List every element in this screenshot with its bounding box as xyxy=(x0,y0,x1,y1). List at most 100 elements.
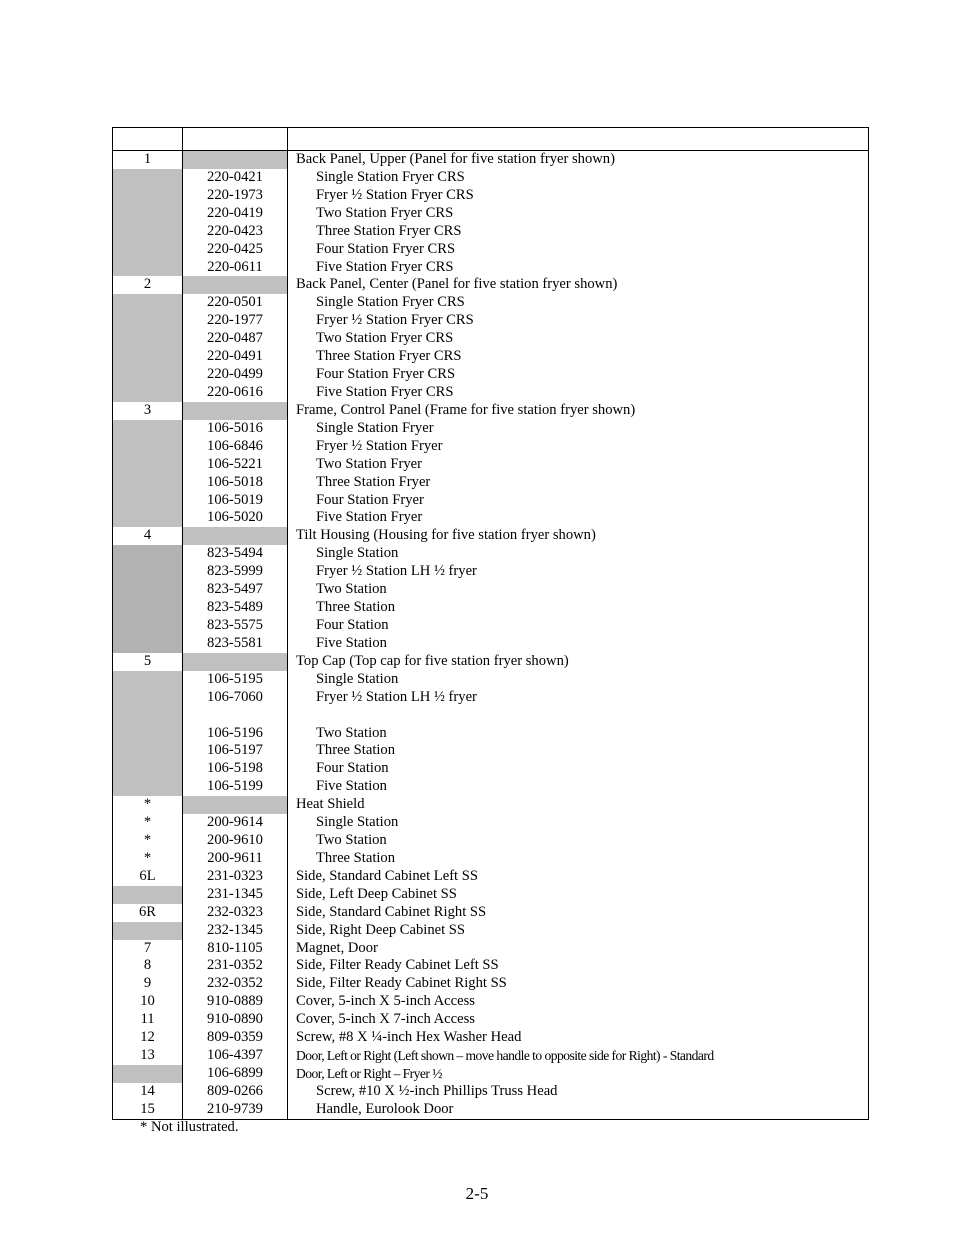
item-number-cell xyxy=(113,563,183,582)
table-row: 106-5198 Four Station xyxy=(113,760,868,779)
header-part-no xyxy=(183,128,288,150)
table-row: 220-0487 Two Station Fryer CRS xyxy=(113,330,868,349)
part-number-cell: 220-0487 xyxy=(183,330,288,349)
description-cell: Magnet, Door xyxy=(296,939,378,956)
part-number-cell: 220-0425 xyxy=(183,240,288,259)
description-cell: Single Station xyxy=(316,814,399,831)
table-row: 106-5018 Three Station Fryer xyxy=(113,473,868,492)
description-cell: Single Station Fryer xyxy=(316,419,434,436)
table-row: 220-0491 Three Station Fryer CRS xyxy=(113,348,868,367)
description-cell: Door, Left or Right – Fryer ½ xyxy=(296,1066,442,1082)
description-cell: Side, Filter Ready Cabinet Left SS xyxy=(296,957,499,974)
table-row: 7 810-1105 Magnet, Door xyxy=(113,939,868,958)
part-number-cell: 220-0499 xyxy=(183,366,288,384)
item-number-cell: 11 xyxy=(113,1011,183,1030)
description-cell: Side, Filter Ready Cabinet Right SS xyxy=(296,975,507,992)
description-cell: Door, Left or Right (Left shown – move h… xyxy=(296,1048,714,1064)
item-number-cell xyxy=(113,760,183,779)
description-cell: Single Station xyxy=(316,545,399,562)
part-number-cell: 823-5581 xyxy=(183,634,288,653)
description-cell: Three Station xyxy=(316,742,396,759)
parts-table: 1 Back Panel, Upper (Panel for five stati… xyxy=(112,127,869,1120)
table-row: 232-1345 Side, Right Deep Cabinet SS xyxy=(113,921,868,940)
item-number-cell xyxy=(113,1065,183,1083)
description-cell: Screw, #8 X ¼-inch Hex Washer Head xyxy=(296,1029,522,1046)
part-number-cell: 106-5221 xyxy=(183,455,288,474)
description-cell: Single Station xyxy=(316,670,399,687)
item-number-cell xyxy=(113,240,183,259)
table-row: 4 Tilt Housing (Housing for five station … xyxy=(113,527,868,546)
item-number-cell xyxy=(113,921,183,940)
description-cell: Top Cap (Top cap for five station fryer … xyxy=(296,652,569,669)
part-number-cell: 106-5198 xyxy=(183,760,288,779)
item-number-cell xyxy=(113,509,183,528)
table-row xyxy=(113,706,868,725)
part-number-cell: 823-5497 xyxy=(183,581,288,600)
item-number-cell xyxy=(113,222,183,241)
description-cell: Three Station Fryer CRS xyxy=(316,222,462,239)
table-row: 823-5489 Three Station xyxy=(113,599,868,617)
part-number-cell xyxy=(183,652,288,671)
description-cell: Back Panel, Upper (Panel for five statio… xyxy=(296,151,615,167)
item-number-cell xyxy=(113,778,183,797)
table-row: * 200-9611 Three Station xyxy=(113,849,868,868)
part-number-cell: 232-0352 xyxy=(183,975,288,994)
description-cell: Side, Standard Cabinet Left SS xyxy=(296,867,478,884)
table-row: 15 210-9739 Handle, Eurolook Door xyxy=(113,1100,868,1119)
description-cell: Heat Shield xyxy=(296,796,365,813)
table-row: 106-5016 Single Station Fryer xyxy=(113,419,868,438)
table-row: 106-5195 Single Station xyxy=(113,670,868,689)
item-number-cell: 2 xyxy=(113,276,183,295)
description-cell: Two Station Fryer CRS xyxy=(316,204,454,221)
description-cell: Five Station xyxy=(316,778,387,795)
description-cell: Three Station Fryer xyxy=(316,473,431,490)
item-number-cell: 3 xyxy=(113,401,183,420)
part-number-cell xyxy=(183,401,288,420)
part-number-cell: 210-9739 xyxy=(183,1100,288,1119)
item-number-cell: 9 xyxy=(113,975,183,994)
part-number-cell: 200-9610 xyxy=(183,832,288,850)
part-number-cell: 823-5575 xyxy=(183,616,288,635)
table-row: 6R 232-0323 Side, Standard Cabinet Right S… xyxy=(113,903,868,922)
item-number-cell: 6L xyxy=(113,867,183,886)
part-number-cell: 106-5197 xyxy=(183,742,288,761)
part-number-cell: 232-1345 xyxy=(183,921,288,940)
item-number-cell: 13 xyxy=(113,1047,183,1066)
part-number-cell: 231-0323 xyxy=(183,867,288,886)
part-number-cell: 231-1345 xyxy=(183,885,288,904)
part-number-cell: 106-6899 xyxy=(183,1065,288,1083)
item-number-cell: 4 xyxy=(113,527,183,546)
description-cell: Two Station Fryer CRS xyxy=(316,330,454,347)
part-number-cell: 910-0889 xyxy=(183,993,288,1012)
item-number-cell xyxy=(113,706,183,725)
description-cell: Two Station xyxy=(316,724,387,741)
item-number-cell xyxy=(113,204,183,223)
description-cell: Screw, #10 X ½-inch Phillips Truss Head xyxy=(316,1082,558,1099)
part-number-cell: 809-0266 xyxy=(183,1082,288,1101)
table-row: 823-5581 Five Station xyxy=(113,634,868,653)
description-cell: Side, Standard Cabinet Right SS xyxy=(296,903,487,920)
item-number-cell xyxy=(113,383,183,402)
part-number-cell: 823-5489 xyxy=(183,599,288,617)
item-number-cell xyxy=(113,348,183,367)
part-number-cell: 106-5018 xyxy=(183,473,288,492)
item-number-cell: 6R xyxy=(113,903,183,922)
description-cell: Cover, 5-inch X 7-inch Access xyxy=(296,1011,475,1028)
part-number-cell: 809-0359 xyxy=(183,1029,288,1048)
table-row: 220-0421 Single Station Fryer CRS xyxy=(113,168,868,187)
description-cell: Single Station Fryer CRS xyxy=(316,294,465,311)
page-number: 2-5 xyxy=(465,1184,489,1203)
item-number-cell xyxy=(113,491,183,510)
item-number-cell: * xyxy=(113,796,183,815)
table-row: 823-5497 Two Station xyxy=(113,581,868,600)
description-cell: Frame, Control Panel (Frame for five sta… xyxy=(296,401,636,418)
part-number-cell: 106-6846 xyxy=(183,437,288,456)
description-cell: Fryer ½ Station LH ½ fryer xyxy=(316,563,477,580)
description-cell: Single Station Fryer CRS xyxy=(316,168,465,185)
part-number-cell: 106-7060 xyxy=(183,688,288,707)
part-number-cell xyxy=(183,706,288,725)
description-cell: Five Station Fryer CRS xyxy=(316,383,454,400)
table-row: * Heat Shield xyxy=(113,796,868,815)
table-row: 106-5197 Three Station xyxy=(113,742,868,761)
description-cell: Fryer ½ Station LH ½ fryer xyxy=(316,688,477,705)
